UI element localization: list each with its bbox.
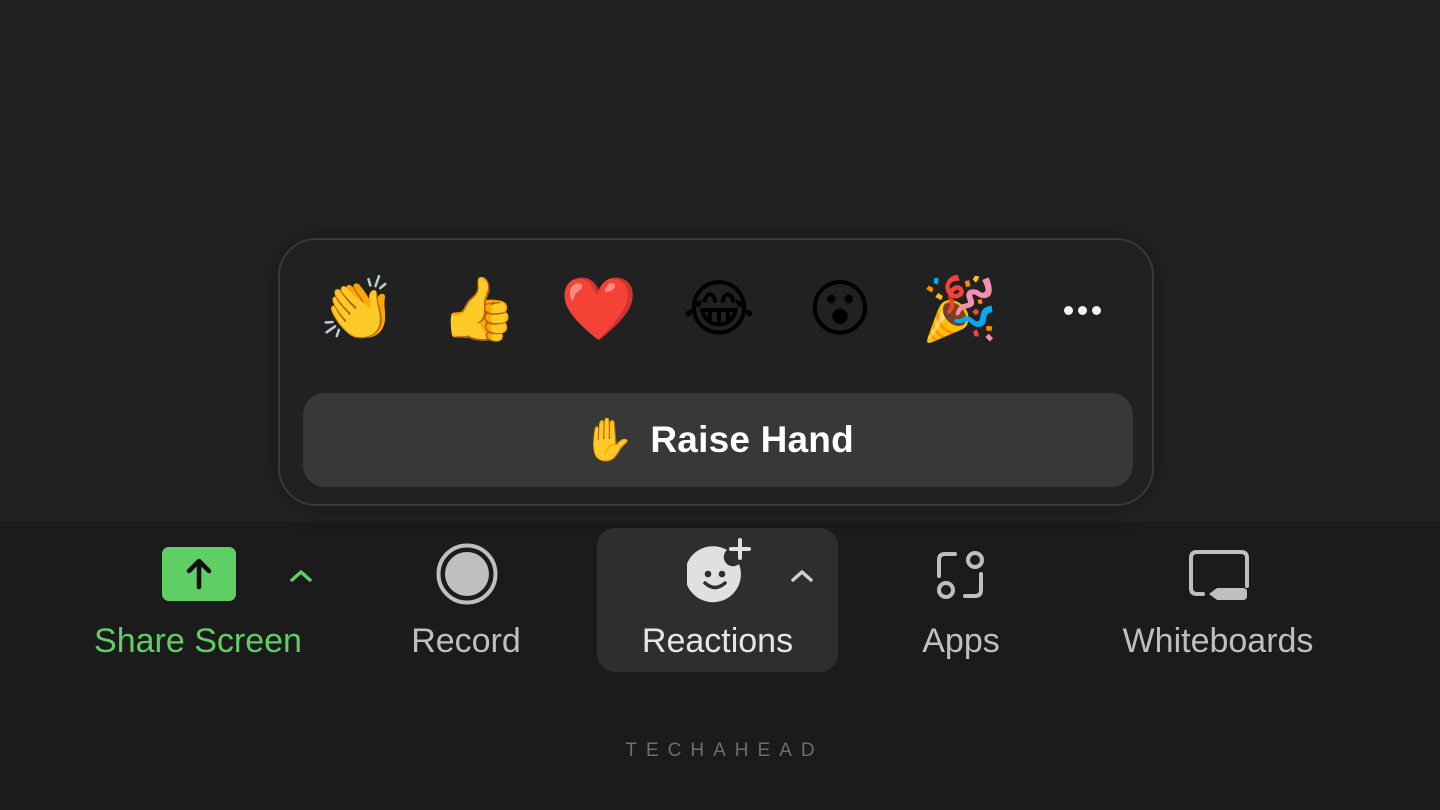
share-screen-options-caret[interactable] [286, 561, 316, 591]
toolbar-record[interactable]: Record [380, 528, 552, 672]
raised-hand-icon: ✋ [582, 416, 635, 463]
thumbs-up-icon: 👍 [440, 275, 518, 344]
more-reactions-button[interactable] [1040, 270, 1124, 350]
apps-label: Apps [922, 622, 1000, 660]
raise-hand-label: Raise Hand [650, 419, 854, 460]
reactions-label: Reactions [641, 622, 794, 660]
reactions-popup: 👏 👍 ❤️ 😂 😮 🎉 ✋ Raise Hand [278, 238, 1154, 506]
chevron-up-icon [290, 570, 312, 582]
party-popper-icon: 🎉 [921, 275, 999, 344]
record-label: Record [411, 622, 521, 660]
apps-icon [937, 551, 984, 599]
heart-icon: ❤️ [560, 275, 638, 344]
toolbar-reactions[interactable]: Reactions [597, 528, 838, 672]
clapping-hands-icon: 👏 [319, 275, 397, 344]
toolbar-share-screen[interactable]: Share Screen [70, 528, 326, 672]
share-screen-label: Share Screen [94, 622, 302, 660]
reactions-icon [687, 538, 751, 603]
reaction-open-mouth-button[interactable]: 😮 [798, 270, 882, 350]
raise-hand-button[interactable]: ✋ Raise Hand [303, 393, 1133, 487]
whiteboards-label: Whiteboards [1122, 622, 1314, 660]
chevron-up-icon [791, 570, 813, 582]
toolbar-apps[interactable]: Apps [895, 528, 1027, 672]
open-mouth-icon: 😮 [807, 275, 873, 344]
meeting-window: 👏 👍 ❤️ 😂 😮 🎉 ✋ Raise Hand Share Screen R… [0, 0, 1440, 810]
reactions-options-caret[interactable] [787, 561, 817, 591]
reaction-thumbs-up-button[interactable]: 👍 [437, 270, 521, 350]
reaction-clapping-hands-button[interactable]: 👏 [316, 270, 400, 350]
emoji-reactions-row: 👏 👍 ❤️ 😂 😮 🎉 [280, 270, 1152, 350]
share-screen-icon [162, 547, 236, 601]
reaction-party-popper-button[interactable]: 🎉 [918, 270, 1002, 350]
more-horizontal-icon [1063, 305, 1101, 315]
tears-of-joy-icon: 😂 [682, 275, 756, 344]
reaction-heart-button[interactable]: ❤️ [557, 270, 641, 350]
whiteboards-icon [1189, 550, 1249, 600]
toolbar-whiteboards[interactable]: Whiteboards [1095, 528, 1341, 672]
watermark: TECHAHEAD [625, 740, 824, 761]
record-icon [436, 543, 498, 605]
reaction-tears-of-joy-button[interactable]: 😂 [677, 270, 761, 350]
